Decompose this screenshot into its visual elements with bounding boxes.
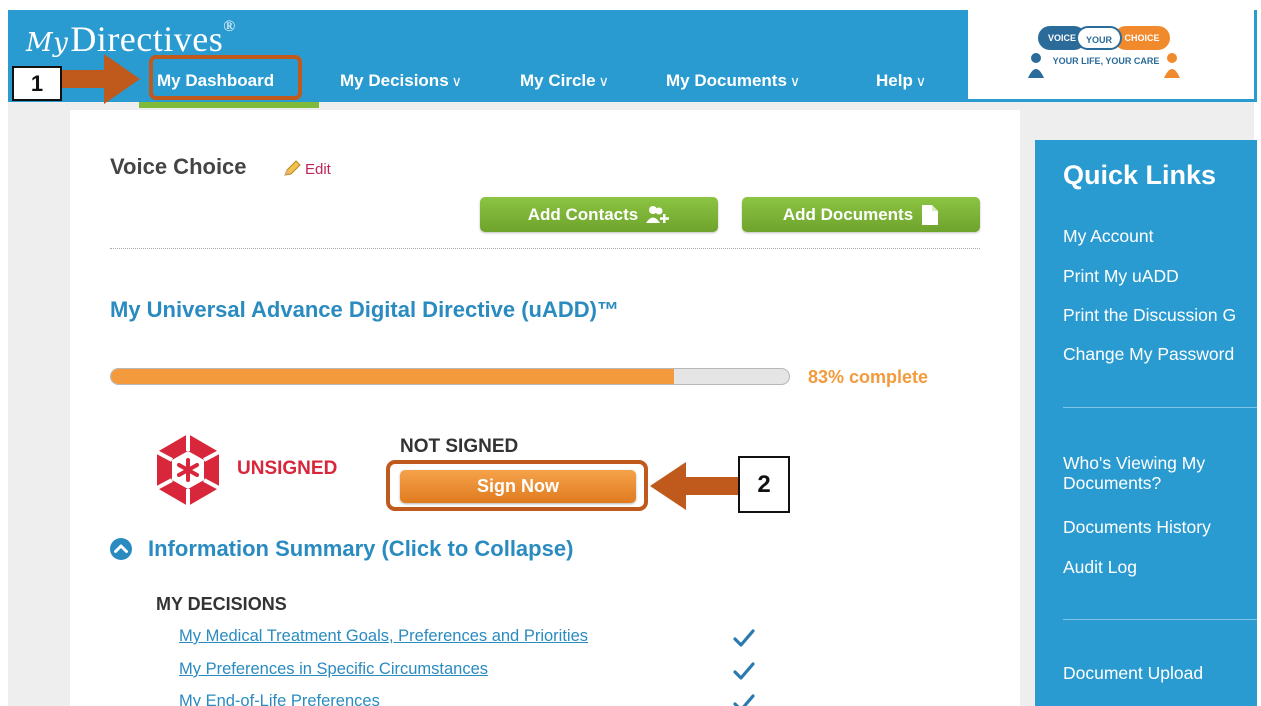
callout-number-1: 1 — [12, 66, 62, 101]
logo-mark: ® — [223, 18, 236, 35]
quick-link-audit-log[interactable]: Audit Log — [1063, 557, 1137, 577]
quick-links-sidebar: Quick Links My Account Print My uADD Pri… — [1035, 140, 1257, 706]
decision-link[interactable]: My Medical Treatment Goals, Preferences … — [179, 627, 588, 646]
decision-link[interactable]: My End-of-Life Preferences — [179, 692, 380, 706]
nav-label: My Circle — [520, 71, 596, 90]
nav-my-decisions[interactable]: My Decisions ∨ — [340, 71, 462, 91]
unsigned-label: UNSIGNED — [237, 458, 338, 479]
progress-fill — [111, 369, 674, 384]
quick-link-print-uadd[interactable]: Print My uADD — [1063, 266, 1179, 286]
chevron-down-icon: ∨ — [451, 73, 462, 89]
sign-now-button[interactable]: Sign Now — [400, 470, 636, 503]
uadd-heading: My Universal Advance Digital Directive (… — [110, 297, 619, 322]
check-icon — [733, 629, 755, 647]
quick-link-change-password[interactable]: Change My Password — [1063, 344, 1234, 364]
edit-label: Edit — [305, 160, 331, 178]
progress-label: 83% complete — [808, 367, 929, 387]
information-summary-toggle[interactable]: Information Summary (Click to Collapse) — [110, 536, 573, 562]
nav-help[interactable]: Help ∨ — [876, 71, 926, 91]
page-title: Voice Choice — [110, 154, 247, 179]
quick-link-document-upload[interactable]: Document Upload — [1063, 663, 1203, 683]
edit-name-link[interactable]: Edit — [282, 160, 331, 178]
nav-label: My Documents — [666, 71, 787, 90]
completion-progress-bar — [110, 368, 790, 385]
logo-word-choice: CHOICE — [1114, 26, 1170, 50]
pencil-icon — [284, 160, 301, 176]
person-icon — [1164, 53, 1180, 78]
sidebar-divider — [1063, 407, 1257, 408]
add-documents-label: Add Documents — [782, 204, 914, 224]
quick-link-my-account[interactable]: My Account — [1063, 226, 1153, 246]
quick-link-print-discussion-guide[interactable]: Print the Discussion G — [1063, 305, 1236, 325]
dashboard-highlight — [149, 55, 302, 100]
header-edge — [1254, 10, 1257, 102]
decision-link[interactable]: My Preferences in Specific Circumstances — [179, 660, 488, 679]
chevron-down-icon: ∨ — [789, 73, 801, 89]
add-documents-button[interactable]: Add Documents — [742, 197, 980, 232]
check-icon — [733, 694, 755, 706]
sign-now-label: Sign Now — [477, 476, 559, 496]
chevron-down-icon: ∨ — [598, 73, 609, 89]
add-contacts-button[interactable]: Add Contacts — [480, 197, 718, 232]
document-icon — [922, 204, 939, 225]
arrow-left-icon — [650, 462, 738, 510]
arrow-right-icon — [62, 54, 140, 104]
person-icon — [1028, 53, 1044, 78]
logo-word-your: YOUR — [1076, 26, 1122, 50]
callout-number-2: 2 — [738, 456, 790, 513]
add-contacts-label: Add Contacts — [527, 204, 639, 224]
section-divider — [110, 248, 980, 249]
chevron-up-circle-icon — [110, 538, 132, 560]
app-window: MyDirectives® My Dashboard My Decisions ∨… — [0, 0, 1261, 706]
active-nav-indicator — [139, 102, 319, 108]
nav-label: My Decisions — [340, 71, 449, 90]
quick-link-documents-history[interactable]: Documents History — [1063, 517, 1211, 537]
voice-your-choice-logo: VOICE YOUR CHOICE YOUR LIFE, YOUR CARE — [1028, 22, 1180, 84]
check-icon — [733, 662, 755, 680]
quick-link-whos-viewing[interactable]: Who's Viewing My Documents? — [1063, 453, 1243, 493]
chevron-down-icon: ∨ — [915, 73, 927, 89]
add-user-icon — [646, 205, 670, 223]
sidebar-divider — [1063, 619, 1257, 620]
partner-logo-panel: VOICE YOUR CHOICE YOUR LIFE, YOUR CARE — [968, 10, 1254, 102]
unsigned-icon — [156, 434, 220, 506]
section-heading-my-decisions: MY DECISIONS — [156, 594, 287, 614]
nav-my-circle[interactable]: My Circle ∨ — [520, 71, 609, 91]
logo-tagline: YOUR LIFE, YOUR CARE — [1052, 56, 1160, 66]
signature-status: NOT SIGNED — [400, 436, 519, 457]
nav-my-documents[interactable]: My Documents ∨ — [666, 71, 800, 91]
nav-label: Help — [876, 71, 913, 90]
quick-links-title: Quick Links — [1063, 160, 1217, 190]
summary-title: Information Summary (Click to Collapse) — [148, 536, 574, 561]
